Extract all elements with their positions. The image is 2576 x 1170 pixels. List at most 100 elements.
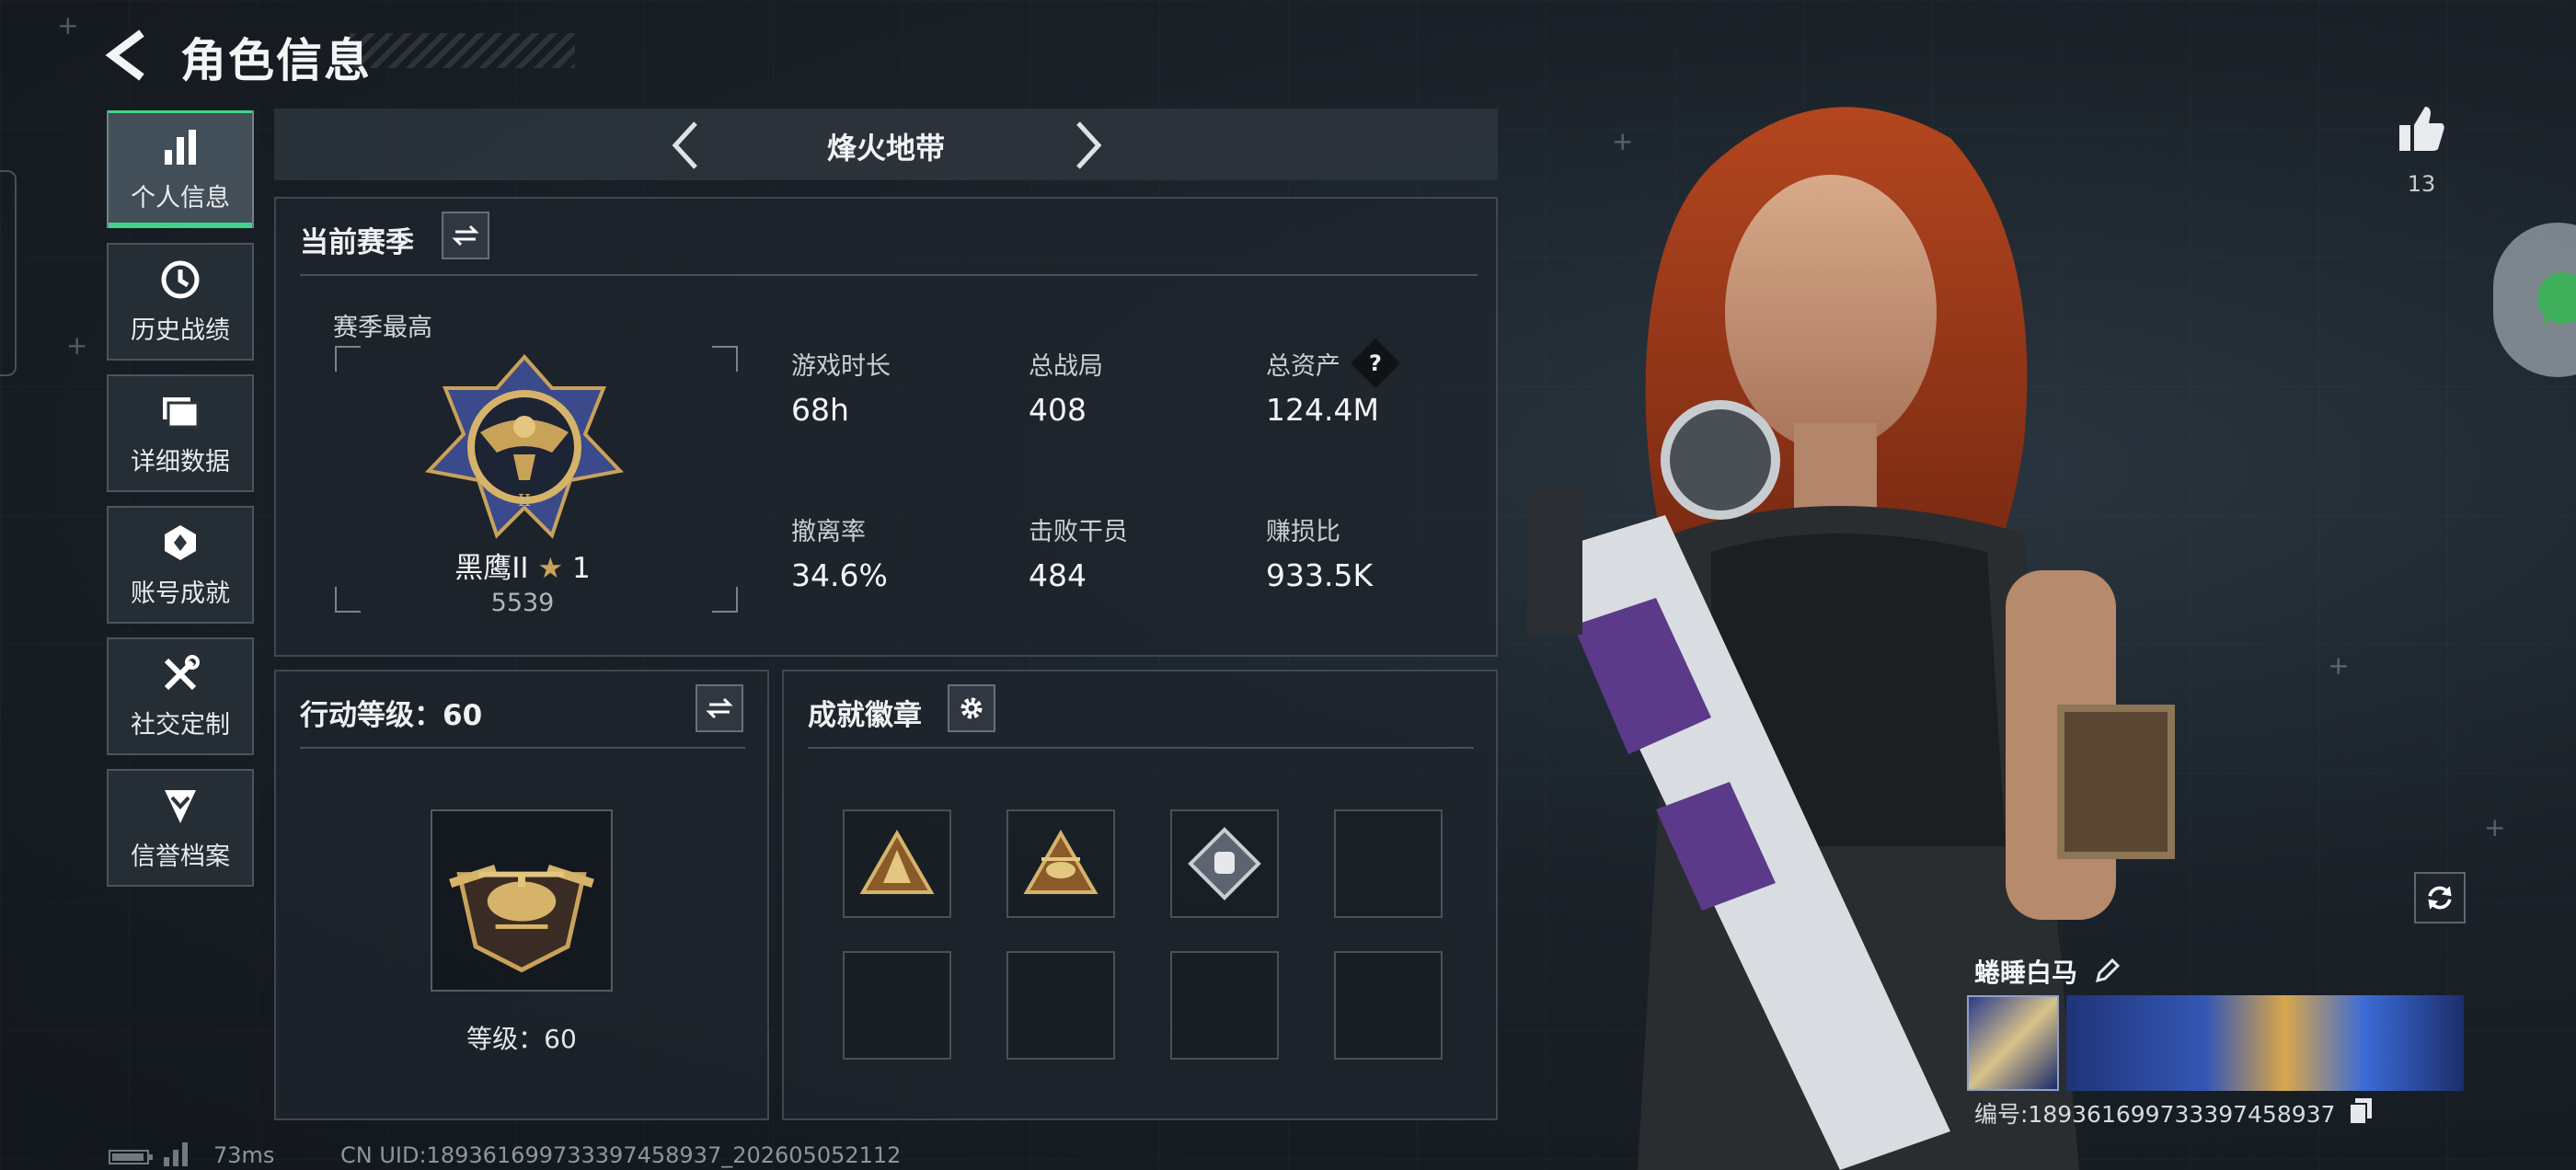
sidebar-item-label: 社交定制 bbox=[131, 710, 230, 740]
badge-slot-empty[interactable] bbox=[1006, 951, 1115, 1060]
helicopter-badge-icon bbox=[1023, 830, 1098, 894]
deco-cross: + bbox=[66, 330, 88, 361]
sidebar-item-label: 信誉档案 bbox=[131, 842, 230, 871]
season-panel: 当前赛季 赛季最高 II 黑鹰II ★ 1 5539 游戏时长 68h 总战局 … bbox=[274, 197, 1498, 657]
help-icon: ? bbox=[1369, 350, 1382, 376]
divider bbox=[300, 274, 1478, 276]
badges-title: 成就徽章 bbox=[808, 699, 922, 732]
divider bbox=[808, 747, 1474, 749]
stat-label: 总资产 bbox=[1266, 352, 1340, 381]
player-name: 蜷睡白马 bbox=[1974, 958, 2078, 988]
season-title: 当前赛季 bbox=[300, 226, 414, 259]
shield-chevron-icon bbox=[165, 789, 196, 823]
rank-emblem-icon: II bbox=[425, 353, 624, 539]
rank-name-row: 黑鹰II ★ 1 bbox=[346, 545, 699, 586]
history-clock-icon bbox=[161, 260, 200, 298]
rank-name: 黑鹰II bbox=[454, 552, 529, 585]
rank-score: 5539 bbox=[490, 589, 555, 617]
sidebar-item-personal-info[interactable]: 个人信息 bbox=[107, 110, 254, 228]
triangle-badge-icon bbox=[859, 830, 935, 894]
stat-value: 34.6% bbox=[791, 557, 888, 593]
gear-icon bbox=[960, 697, 983, 719]
title-decoration bbox=[350, 33, 575, 68]
helicopter-emblem-icon bbox=[449, 865, 594, 973]
swap-icon bbox=[706, 697, 733, 719]
deco-cross: + bbox=[2484, 812, 2506, 843]
svg-text:II: II bbox=[518, 491, 531, 510]
badge-slot-empty[interactable] bbox=[1170, 951, 1279, 1060]
deco-cross: + bbox=[57, 10, 79, 40]
badges-settings-button[interactable] bbox=[948, 684, 995, 732]
action-level-panel: 行动等级：60 等级：60 bbox=[274, 670, 769, 1120]
rank-stars: 1 bbox=[572, 552, 591, 585]
next-mode-button[interactable] bbox=[1062, 118, 1113, 173]
player-id: 编号:1893616997333974589​37 bbox=[1974, 1101, 2336, 1128]
swap-icon bbox=[452, 224, 479, 247]
season-highest-label: 赛季最高 bbox=[333, 314, 432, 342]
badge-slot[interactable] bbox=[1170, 809, 1279, 918]
sidebar-item-credit-record[interactable]: 信誉档案 bbox=[107, 769, 254, 887]
mode-name: 烽火地带 bbox=[826, 131, 945, 166]
folder-icon bbox=[163, 396, 200, 428]
mode-selector: 烽火地带 bbox=[274, 109, 1498, 180]
sidebar-item-social-custom[interactable]: 社交定制 bbox=[107, 637, 254, 755]
sidebar-item-history[interactable]: 历史战绩 bbox=[107, 243, 254, 361]
player-avatar[interactable] bbox=[1967, 995, 2059, 1091]
thumbs-up-icon[interactable] bbox=[2396, 103, 2447, 155]
refresh-button[interactable] bbox=[2414, 872, 2466, 923]
stat-label: 撤离率 bbox=[791, 518, 866, 546]
stat-label: 击败干员 bbox=[1029, 518, 1128, 546]
divider bbox=[300, 747, 745, 749]
battery-icon bbox=[109, 1150, 153, 1164]
uid-text: CN UID:189361699733397458937_20260505211… bbox=[340, 1142, 902, 1168]
player-banner[interactable] bbox=[2066, 995, 2464, 1091]
left-edge-tab[interactable] bbox=[0, 170, 17, 376]
star-icon: ★ bbox=[537, 552, 564, 585]
stat-label: 赚损比 bbox=[1266, 518, 1340, 546]
stat-label: 总战局 bbox=[1029, 352, 1103, 381]
help-button[interactable]: ? bbox=[1351, 338, 1400, 388]
stat-value: 484 bbox=[1029, 557, 1087, 593]
action-level-title: 行动等级：60 bbox=[300, 699, 483, 732]
sidebar-item-label: 账号成就 bbox=[131, 579, 230, 608]
level-emblem-frame bbox=[431, 809, 613, 992]
badge-slot[interactable] bbox=[843, 809, 951, 918]
chat-icon bbox=[2537, 272, 2576, 327]
fist-badge-icon bbox=[1188, 827, 1261, 900]
stat-value: 124.4M bbox=[1266, 392, 1379, 428]
sidebar-item-detailed-data[interactable]: 详细数据 bbox=[107, 374, 254, 492]
signal-icon bbox=[164, 1142, 188, 1166]
ping-text: 73ms bbox=[213, 1142, 275, 1168]
frame-corner bbox=[712, 587, 738, 613]
achievement-icon bbox=[165, 524, 196, 560]
sidebar-item-label: 详细数据 bbox=[131, 447, 230, 476]
page-title: 角色信息 bbox=[180, 34, 372, 87]
like-count: 13 bbox=[2407, 171, 2436, 197]
level-text: 等级：60 bbox=[466, 1024, 577, 1054]
badge-slot-empty[interactable] bbox=[1334, 809, 1443, 918]
action-level-switch-button[interactable] bbox=[696, 684, 743, 732]
stat-value: 933.5K bbox=[1266, 557, 1374, 593]
frame-corner bbox=[712, 346, 738, 372]
badge-slot-empty[interactable] bbox=[843, 951, 951, 1060]
stat-label: 游戏时长 bbox=[791, 352, 891, 381]
frame-corner bbox=[335, 346, 361, 372]
refresh-icon bbox=[2428, 886, 2452, 910]
bar-chart-icon bbox=[165, 129, 196, 165]
badge-slot-empty[interactable] bbox=[1334, 951, 1443, 1060]
back-arrow-icon bbox=[105, 29, 144, 81]
badges-panel: 成就徽章 bbox=[782, 670, 1498, 1120]
copy-icon[interactable] bbox=[2348, 1096, 2374, 1124]
season-switch-button[interactable] bbox=[442, 212, 489, 259]
badge-slot[interactable] bbox=[1006, 809, 1115, 918]
edit-pencil-icon[interactable] bbox=[2094, 957, 2122, 984]
tools-icon bbox=[164, 654, 200, 690]
stat-value: 68h bbox=[791, 392, 849, 428]
sidebar-item-achievements[interactable]: 账号成就 bbox=[107, 506, 254, 624]
stat-value: 408 bbox=[1029, 392, 1087, 428]
chevron-right-icon bbox=[1076, 121, 1102, 169]
deco-cross: + bbox=[2328, 650, 2350, 681]
sidebar-item-label: 历史战绩 bbox=[131, 315, 230, 345]
sidebar-item-label: 个人信息 bbox=[131, 183, 230, 212]
back-button[interactable] bbox=[101, 28, 156, 83]
